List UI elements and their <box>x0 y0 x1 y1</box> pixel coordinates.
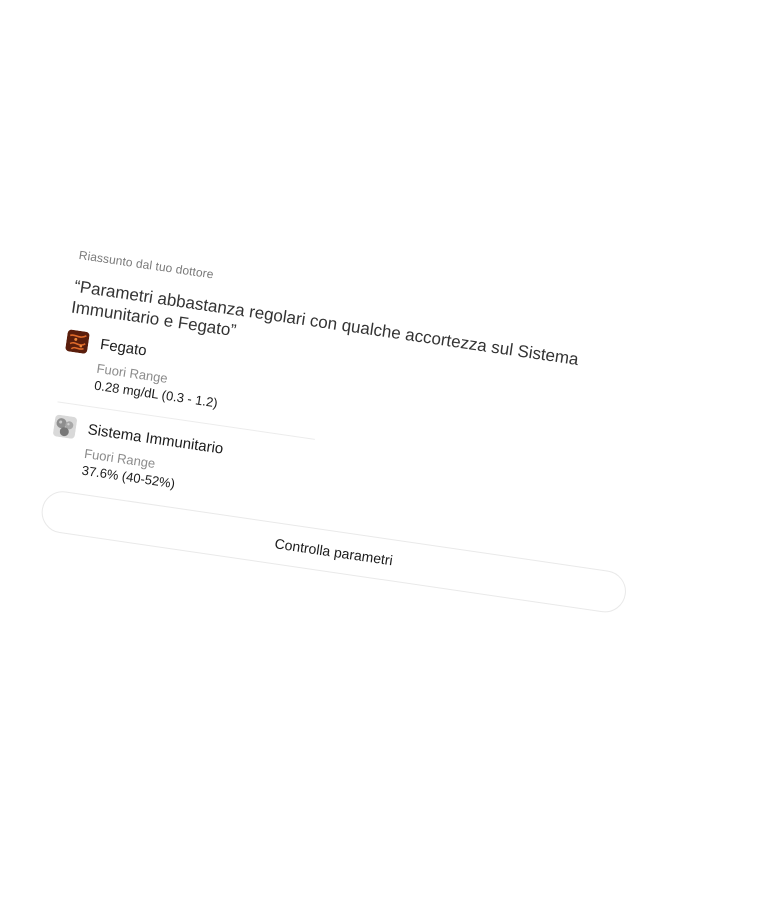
liver-icon <box>65 329 90 354</box>
immune-cells-icon <box>53 414 78 439</box>
doctor-summary-card: Riassunto dal tuo dottore “Parametri abb… <box>38 248 664 616</box>
screen: Riassunto dal tuo dottore “Parametri abb… <box>0 0 784 898</box>
